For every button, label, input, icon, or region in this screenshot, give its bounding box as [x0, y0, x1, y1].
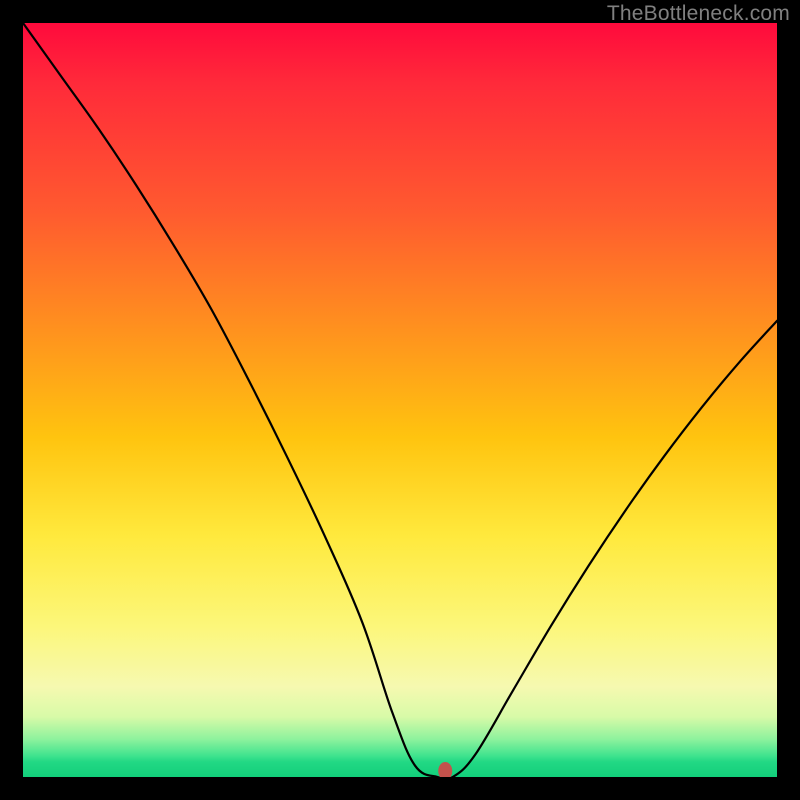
- curve-layer: [23, 23, 777, 777]
- plot-area: [23, 23, 777, 777]
- figure-frame: TheBottleneck.com: [0, 0, 800, 800]
- optimum-marker: [438, 762, 452, 777]
- bottleneck-curve: [23, 23, 777, 777]
